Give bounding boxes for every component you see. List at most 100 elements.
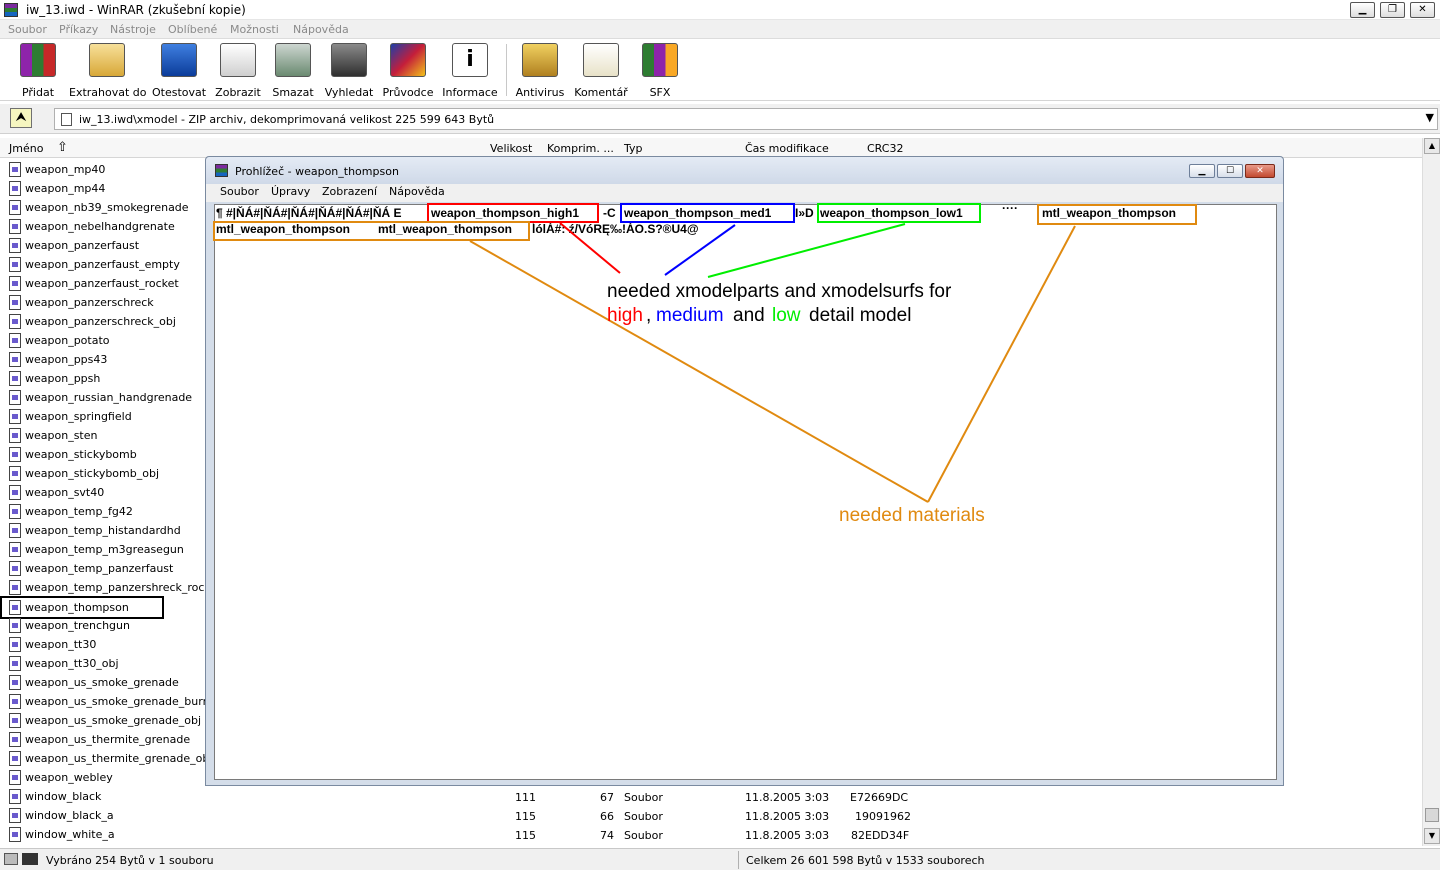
list-item[interactable]: window_black_a	[0, 806, 205, 825]
list-item[interactable]: weapon_stickybomb	[0, 445, 205, 464]
list-item[interactable]: window_black	[0, 787, 205, 806]
viewer-menu-file[interactable]: Soubor	[220, 185, 259, 198]
viewer-menu-help[interactable]: Nápověda	[389, 185, 445, 198]
scroll-up-button[interactable]: ▲	[1424, 138, 1440, 154]
list-item[interactable]: weapon_temp_m3greasegun	[0, 540, 205, 559]
file-icon	[9, 314, 21, 329]
list-item[interactable]: weapon_temp_histandardhd	[0, 521, 205, 540]
column-crc[interactable]: CRC32	[867, 142, 903, 155]
column-type[interactable]: Typ	[624, 142, 643, 155]
list-item[interactable]: weapon_nebelhandgrenate	[0, 217, 205, 236]
list-item[interactable]: weapon_webley	[0, 768, 205, 787]
column-name[interactable]: Jméno	[9, 142, 43, 155]
file-icon	[9, 751, 21, 766]
path-combobox[interactable]: iw_13.iwd\xmodel - ZIP archiv, dekomprim…	[54, 108, 1438, 130]
menu-help[interactable]: Nápověda	[293, 23, 349, 36]
list-item[interactable]: weapon_panzerschreck	[0, 293, 205, 312]
list-item[interactable]: weapon_temp_fg42	[0, 502, 205, 521]
wizard-icon	[390, 43, 426, 77]
close-button[interactable]: ✕	[1410, 2, 1435, 18]
info-icon: i	[452, 43, 488, 77]
file-icon	[9, 333, 21, 348]
list-item[interactable]: weapon_pps43	[0, 350, 205, 369]
menu-commands[interactable]: Příkazy	[59, 23, 98, 36]
list-item[interactable]: weapon_potato	[0, 331, 205, 350]
delete-recycle-icon	[275, 43, 311, 77]
menu-tools[interactable]: Nástroje	[110, 23, 156, 36]
list-item[interactable]: weapon_nb39_smokegrenade	[0, 198, 205, 217]
list-item[interactable]: weapon_us_thermite_grenade	[0, 730, 205, 749]
list-item[interactable]: weapon_trenchgun	[0, 616, 205, 635]
list-item[interactable]: weapon_panzerschreck_obj	[0, 312, 205, 331]
column-packed[interactable]: Komprim. ...	[547, 142, 614, 155]
add-books-icon	[20, 43, 56, 77]
toolbar-sfx-button[interactable]: SFX	[640, 43, 680, 99]
list-item[interactable]: weapon_springfield	[0, 407, 205, 426]
toolbar-info-button[interactable]: i Informace	[441, 43, 499, 99]
cell-modified: 11.8.2005 3:03	[745, 829, 830, 842]
scroll-down-button[interactable]: ▼	[1424, 828, 1440, 844]
menu-options[interactable]: Možnosti	[230, 23, 279, 36]
toolbar-extract-button[interactable]: Extrahovat do	[69, 43, 147, 99]
viewer-maximize-button[interactable]: ☐	[1217, 164, 1243, 178]
file-icon	[9, 390, 21, 405]
file-icon	[9, 162, 21, 177]
list-item[interactable]: weapon_us_thermite_grenade_obj	[0, 749, 205, 768]
file-icon	[9, 789, 21, 804]
viewer-menu-edit[interactable]: Úpravy	[271, 185, 310, 198]
list-item[interactable]: weapon_svt40	[0, 483, 205, 502]
toolbar-add-button[interactable]: Přidat	[14, 43, 62, 99]
viewer-menu-bar: Soubor Úpravy Zobrazení Nápověda	[206, 184, 1283, 202]
list-item-selected[interactable]: weapon_thompson	[0, 596, 164, 619]
list-item[interactable]: weapon_tt30_obj	[0, 654, 205, 673]
list-item[interactable]: window_white_a	[0, 825, 205, 844]
toolbar: Přidat Extrahovat do Otestovat Zobrazit …	[0, 39, 1440, 101]
toolbar-antivirus-button[interactable]: Antivirus	[514, 43, 566, 99]
list-item[interactable]: weapon_panzerfaust_rocket	[0, 274, 205, 293]
menu-favorites[interactable]: Oblíbené	[168, 23, 217, 36]
toolbar-test-button[interactable]: Otestovat	[152, 43, 206, 99]
cell-crc: 82EDD34F	[851, 829, 910, 842]
viewer-minimize-button[interactable]: ▁	[1189, 164, 1215, 178]
binary-separator: I»D	[795, 206, 814, 220]
viewer-menu-view[interactable]: Zobrazení	[322, 185, 377, 198]
antivirus-icon	[522, 43, 558, 77]
list-item[interactable]: weapon_us_smoke_grenade_obj	[0, 711, 205, 730]
view-glasses-icon	[220, 43, 256, 77]
list-item[interactable]: weapon_panzerfaust	[0, 236, 205, 255]
list-item[interactable]: weapon_panzerfaust_empty	[0, 255, 205, 274]
file-icon	[9, 276, 21, 291]
list-item[interactable]: weapon_mp44	[0, 179, 205, 198]
up-folder-button[interactable]: ⮝	[10, 108, 32, 128]
list-item[interactable]: weapon_stickybomb_obj	[0, 464, 205, 483]
list-item[interactable]: weapon_russian_handgrenade	[0, 388, 205, 407]
list-item[interactable]: weapon_mp40	[0, 160, 205, 179]
file-icon	[9, 200, 21, 215]
list-item[interactable]: weapon_us_smoke_grenade_burnt	[0, 692, 205, 711]
zip-archive-icon	[61, 113, 72, 126]
column-size[interactable]: Velikost	[490, 142, 532, 155]
vertical-scrollbar[interactable]: ▲ ▼	[1422, 138, 1440, 846]
menu-bar: Soubor Příkazy Nástroje Oblíbené Možnost…	[0, 20, 1440, 39]
cell-modified: 11.8.2005 3:03	[745, 791, 830, 804]
list-item[interactable]: weapon_temp_panzerfaust	[0, 559, 205, 578]
cell-packed: 74	[600, 829, 614, 842]
column-modified[interactable]: Čas modifikace	[745, 142, 829, 155]
cell-size: 115	[515, 829, 536, 842]
toolbar-wizard-button[interactable]: Průvodce	[381, 43, 435, 99]
toolbar-delete-button[interactable]: Smazat	[270, 43, 316, 99]
chevron-down-icon[interactable]: ▼	[1426, 111, 1434, 124]
toolbar-view-button[interactable]: Zobrazit	[213, 43, 263, 99]
menu-file[interactable]: Soubor	[8, 23, 47, 36]
viewer-close-button[interactable]: ✕	[1245, 164, 1275, 178]
restore-button[interactable]: ❐	[1380, 2, 1405, 18]
list-item[interactable]: weapon_sten	[0, 426, 205, 445]
list-item[interactable]: weapon_temp_panzershreck_rocket	[0, 578, 205, 597]
list-item[interactable]: weapon_tt30	[0, 635, 205, 654]
minimize-button[interactable]: ▁	[1350, 2, 1375, 18]
scroll-thumb[interactable]	[1425, 808, 1439, 822]
list-item[interactable]: weapon_ppsh	[0, 369, 205, 388]
toolbar-comment-button[interactable]: Komentář	[573, 43, 629, 99]
list-item[interactable]: weapon_us_smoke_grenade	[0, 673, 205, 692]
toolbar-find-button[interactable]: Vyhledat	[323, 43, 375, 99]
